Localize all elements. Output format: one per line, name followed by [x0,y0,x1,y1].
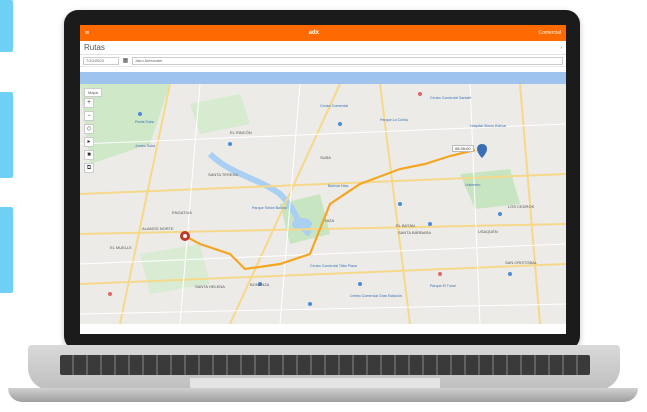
map-poi[interactable]: Bulevar Niza [328,184,348,188]
filter-bar: 7/10/2023 ▦ Jairo Alexander [80,55,566,67]
blue-band [80,72,566,84]
timestamp-tooltip: 08:35:00 [452,145,474,152]
map-poi[interactable]: Portal Suba [135,120,154,124]
map-label: EL RINCÓN [230,130,252,135]
map-label: NIZA [325,218,335,223]
map-poi[interactable]: Parque Simón Bolívar [252,206,287,210]
keyboard [60,355,590,375]
page-title: Rutas [84,43,105,52]
map-label: ALAMOS NORTE [142,226,174,231]
map-label: SANTA TERESA [208,172,238,177]
side-tab-1 [0,0,13,52]
map-poi[interactable]: Hospital Simón Bolívar [470,124,506,128]
zoom-out-button[interactable]: − [84,111,94,121]
laptop-screen: ≡ adx Comercial Rutas › 7/10/2023 ▦ Jair… [80,25,566,334]
title-bar: Rutas › [80,41,566,55]
map-poi[interactable]: Centro Comercial Titán Plaza [310,264,357,268]
map-label: USAQUÉN [478,229,498,234]
map-poi[interactable]: Parque El Tunal [430,284,456,288]
map-label: LOS CEDROS [508,204,535,209]
laptop-front-lip [8,388,638,402]
map-view[interactable]: Mapa + − ◇ ▸ ■ ⧉ 08:35:00 EL RINCÓN SANT… [80,84,566,324]
play-icon[interactable]: ▸ [84,137,94,147]
map-controls: + − ◇ ▸ ■ ⧉ [84,98,94,173]
map-poi[interactable]: Parque La Colina [380,118,408,122]
map-poi[interactable]: Centro Comercial Gran Estación [350,294,402,298]
map-label: SANTA BÁRBARA [398,230,432,235]
brand-logo: adx [308,30,319,36]
calendar-icon[interactable]: ▦ [122,57,129,65]
map-poi[interactable]: Centro Comercial [320,104,348,108]
rotate-icon[interactable]: ◇ [84,124,94,134]
map-label: SUBA [320,155,331,160]
zoom-in-button[interactable]: + [84,98,94,108]
hamburger-icon[interactable]: ≡ [85,30,89,37]
map-poi[interactable]: Unicentro [465,183,480,187]
top-link[interactable]: Comercial [538,30,561,36]
map-label: BONANZA [250,282,270,287]
map-type-toggle[interactable]: Mapa [84,88,103,97]
map-label: EL BATÁN [396,223,415,228]
side-tab-2 [0,92,13,178]
collapse-icon[interactable]: › [560,45,562,51]
map-poi[interactable]: Jumbo Suba [135,144,155,148]
map-label: SANTA HELENA [195,284,225,289]
map-label: EL MUELLE [110,245,132,250]
layers-icon[interactable]: ⧉ [84,163,94,173]
map-label: SAN CRISTÓBAL [505,260,538,265]
map-poi[interactable]: Centro Comercial Santafé [430,96,471,100]
app-topbar: ≡ adx Comercial [80,25,566,41]
vehicle-field[interactable]: Jairo Alexander [132,56,563,65]
stop-icon[interactable]: ■ [84,150,94,160]
date-field[interactable]: 7/10/2023 [83,56,119,65]
side-tab-3 [0,207,13,293]
map-label: ENGATIVÁ [172,210,192,215]
